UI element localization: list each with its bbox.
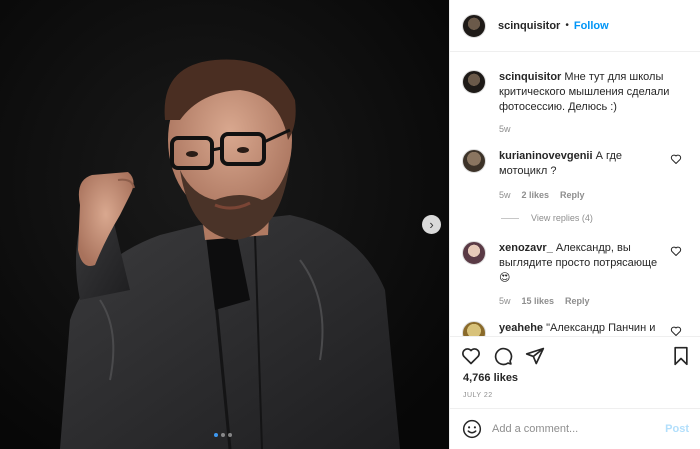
commenter-avatar[interactable] bbox=[462, 241, 486, 265]
view-replies-button[interactable]: View replies (4) bbox=[501, 213, 593, 223]
comment-icon[interactable] bbox=[493, 346, 513, 366]
carousel-dot bbox=[221, 433, 225, 437]
emoji-icon[interactable] bbox=[462, 419, 482, 439]
caption-username[interactable]: scinquisitor bbox=[499, 71, 561, 83]
reply-button[interactable]: Reply bbox=[560, 190, 585, 200]
author-username[interactable]: scinquisitor bbox=[498, 20, 560, 32]
share-icon[interactable] bbox=[525, 346, 545, 366]
caption-time[interactable]: 5w bbox=[499, 124, 511, 134]
comment-item: yeahehe "Александр Панчин и bbox=[462, 321, 692, 336]
add-comment-bar: Post bbox=[450, 408, 700, 449]
comment-item: xenozavr_ Александр, вы выглядите просто… bbox=[462, 241, 692, 306]
likes-count[interactable]: 4,766 likes bbox=[463, 372, 518, 384]
comment-text: "Александр Панчин и bbox=[546, 322, 656, 334]
comment-item: kurianinovevgenii А где мотоцикл ? 5w 2 … bbox=[462, 149, 692, 200]
replies-line bbox=[501, 217, 519, 219]
comment-likes[interactable]: 2 likes bbox=[522, 190, 550, 200]
author-avatar[interactable] bbox=[462, 13, 486, 38]
comment-time[interactable]: 5w bbox=[499, 190, 511, 200]
caption-avatar[interactable] bbox=[462, 70, 486, 94]
reply-button[interactable]: Reply bbox=[565, 296, 590, 306]
comment-time[interactable]: 5w bbox=[499, 296, 511, 306]
comment-username[interactable]: kurianinovevgenii bbox=[499, 150, 593, 162]
header-separator: • bbox=[565, 20, 569, 31]
chevron-right-icon: › bbox=[429, 217, 434, 232]
comment-username[interactable]: yeahehe bbox=[499, 322, 543, 334]
bookmark-icon[interactable] bbox=[672, 346, 690, 366]
portrait-image bbox=[0, 0, 449, 449]
carousel-dot bbox=[228, 433, 232, 437]
post-date[interactable]: JULY 22 bbox=[463, 392, 493, 399]
post-header: scinquisitor • Follow bbox=[450, 0, 700, 52]
comment-like-heart-icon[interactable] bbox=[670, 245, 682, 257]
comment-like-heart-icon[interactable] bbox=[670, 325, 682, 336]
instagram-post-modal: › scinquisitor • Follow scinquisitor Мне… bbox=[0, 0, 700, 449]
comment-likes[interactable]: 15 likes bbox=[522, 296, 555, 306]
comment-like-heart-icon[interactable] bbox=[670, 153, 682, 165]
carousel-dot-active bbox=[214, 433, 218, 437]
comment-username[interactable]: xenozavr_ bbox=[499, 242, 553, 254]
post-photo: › bbox=[0, 0, 449, 449]
commenter-avatar[interactable] bbox=[462, 149, 486, 173]
post-comment-button[interactable]: Post bbox=[665, 423, 689, 435]
commenter-avatar[interactable] bbox=[462, 321, 486, 336]
view-replies-label: View replies (4) bbox=[531, 213, 593, 223]
post-actions: 4,766 likes JULY 22 bbox=[450, 336, 700, 408]
comment-input[interactable] bbox=[492, 423, 652, 435]
post-side-panel: scinquisitor • Follow scinquisitor Мне т… bbox=[449, 0, 700, 449]
heart-icon[interactable] bbox=[461, 346, 481, 366]
comments-list[interactable]: scinquisitor Мне тут для школы критическ… bbox=[450, 53, 700, 336]
next-slide-button[interactable]: › bbox=[422, 215, 441, 234]
caption: scinquisitor Мне тут для школы критическ… bbox=[462, 70, 692, 134]
follow-button[interactable]: Follow bbox=[574, 20, 609, 32]
carousel-indicator bbox=[214, 433, 232, 437]
